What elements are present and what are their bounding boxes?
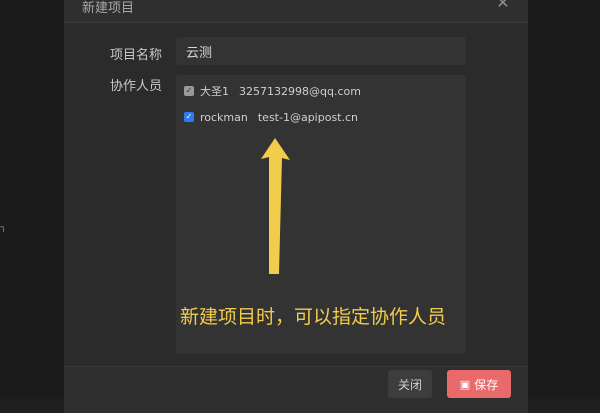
- member-email: test-1@apipost.cn: [257, 110, 359, 124]
- checkbox-checked-icon[interactable]: ✓: [184, 112, 194, 122]
- project-name-input[interactable]: [176, 37, 466, 65]
- close-icon[interactable]: ✕: [494, 0, 512, 12]
- save-label: 保存: [474, 377, 499, 392]
- backdrop-text: n: [0, 222, 5, 235]
- member-item[interactable]: ✓ 大圣1 3257132998@qq.com: [184, 83, 361, 99]
- backdrop-right: [528, 0, 600, 398]
- close-button[interactable]: 关闭: [388, 370, 432, 398]
- modal-footer: 关闭 ▣ 保存: [64, 366, 528, 413]
- member-name: 大圣1: [200, 85, 229, 98]
- new-project-modal: 新建项目 ✕ 项目名称 协作人员 ✓ 大圣1 3257132998@qq.com…: [64, 0, 528, 413]
- modal-title: 新建项目: [82, 1, 135, 16]
- member-name: rockman: [200, 110, 248, 124]
- backdrop-left: n: [0, 0, 64, 398]
- modal-header: 新建项目 ✕: [64, 0, 528, 23]
- save-icon: ▣: [459, 377, 471, 391]
- member-item[interactable]: ✓ rockman test-1@apipost.cn: [184, 109, 358, 125]
- members-label: 协作人员: [110, 79, 163, 94]
- project-name-label: 项目名称: [110, 48, 163, 63]
- checkbox-checked-icon[interactable]: ✓: [184, 86, 194, 96]
- annotation-text: 新建项目时，可以指定协作人员: [180, 306, 447, 328]
- save-button[interactable]: ▣ 保存: [447, 370, 511, 398]
- member-email: 3257132998@qq.com: [239, 84, 361, 98]
